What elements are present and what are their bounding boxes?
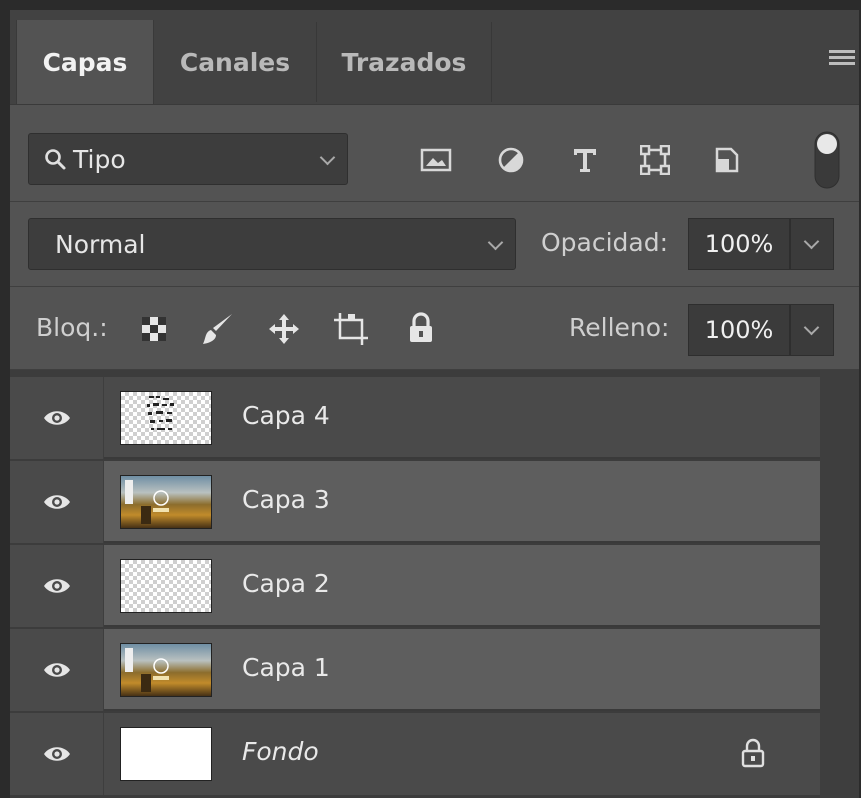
layer-body: Capa 3 xyxy=(104,461,820,543)
layer-name[interactable]: Capa 4 xyxy=(242,401,330,430)
layer-row-capa-1[interactable]: Capa 1 xyxy=(10,629,820,711)
filter-type-value: Tipo xyxy=(73,144,126,174)
tab-capas[interactable]: Capas xyxy=(16,20,154,104)
opacity-input[interactable]: 100% xyxy=(688,218,790,270)
filter-row: Tipo xyxy=(10,105,859,202)
fill-dropdown-button[interactable] xyxy=(790,304,834,356)
visibility-toggle[interactable] xyxy=(10,461,104,543)
fill-input[interactable]: 100% xyxy=(688,304,790,356)
layers-list: Capa 4 Capa 3 Capa 2 Capa 1 Fondo xyxy=(10,370,859,798)
search-icon xyxy=(43,147,67,171)
blend-mode-value: Normal xyxy=(55,229,146,259)
layer-row-capa-4[interactable]: Capa 4 xyxy=(10,377,820,459)
layer-name[interactable]: Capa 1 xyxy=(242,653,330,682)
chevron-down-icon xyxy=(803,233,820,250)
tab-canales[interactable]: Canales xyxy=(154,20,316,104)
layers-scrollbar[interactable] xyxy=(820,370,859,798)
layer-thumbnail xyxy=(120,643,212,697)
layer-name[interactable]: Capa 3 xyxy=(242,485,330,514)
layer-thumbnail xyxy=(120,391,212,445)
lock-row: Bloq.: Relleno: 100% xyxy=(10,287,859,370)
tab-trazados[interactable]: Trazados xyxy=(317,20,491,104)
opacity-dropdown-button[interactable] xyxy=(790,218,834,270)
panel-menu-icon[interactable] xyxy=(829,50,855,70)
layer-thumbnail xyxy=(120,475,212,529)
opacity-value: 100% xyxy=(704,230,774,258)
lock-artboard-icon[interactable] xyxy=(332,311,370,347)
tab-label: Capas xyxy=(42,47,128,77)
filter-type-dropdown[interactable]: Tipo xyxy=(28,133,348,185)
eye-icon xyxy=(43,663,70,677)
layer-row-capa-2[interactable]: Capa 2 xyxy=(10,545,820,627)
blend-row: Normal Opacidad: 100% xyxy=(10,202,859,287)
fill-value: 100% xyxy=(704,316,774,344)
eye-icon xyxy=(43,495,70,509)
lock-all-icon[interactable] xyxy=(406,311,436,345)
chevron-down-icon xyxy=(487,234,504,251)
type-filter-icon[interactable] xyxy=(570,145,600,175)
image-filter-icon[interactable] xyxy=(420,147,452,173)
visibility-toggle[interactable] xyxy=(10,377,104,459)
smart-object-filter-icon[interactable] xyxy=(712,145,742,175)
layer-thumbnail xyxy=(120,727,212,781)
layer-body: Fondo xyxy=(104,713,820,795)
chevron-down-icon xyxy=(319,149,336,166)
layer-name[interactable]: Fondo xyxy=(242,737,319,766)
layer-lock-icon xyxy=(740,737,766,769)
layer-row-fondo[interactable]: Fondo xyxy=(10,713,820,795)
layer-name[interactable]: Capa 2 xyxy=(242,569,330,598)
opacity-label: Opacidad: xyxy=(541,228,669,257)
chevron-down-icon xyxy=(803,319,820,336)
eye-icon xyxy=(43,579,70,593)
blend-mode-dropdown[interactable]: Normal xyxy=(28,218,516,270)
layer-body: Capa 1 xyxy=(104,629,820,711)
tab-label: Trazados xyxy=(341,47,467,77)
lock-position-icon[interactable] xyxy=(266,311,302,347)
shape-filter-icon[interactable] xyxy=(640,145,670,175)
panel-tab-bar: Capas Canales Trazados xyxy=(10,10,859,105)
layer-row-capa-3[interactable]: Capa 3 xyxy=(10,461,820,543)
layer-thumbnail xyxy=(120,559,212,613)
visibility-toggle[interactable] xyxy=(10,629,104,711)
layer-body: Capa 2 xyxy=(104,545,820,627)
filter-toggle-switch[interactable] xyxy=(814,131,840,189)
lock-image-pixels-icon[interactable] xyxy=(200,311,236,347)
layers-panel: Capas Canales Trazados Tipo Normal Opaci… xyxy=(10,10,859,798)
visibility-toggle[interactable] xyxy=(10,713,104,795)
lock-transparent-pixels-icon[interactable] xyxy=(140,315,168,343)
tab-label: Canales xyxy=(179,47,291,77)
eye-icon xyxy=(43,411,70,425)
fill-label: Relleno: xyxy=(569,313,670,342)
visibility-toggle[interactable] xyxy=(10,545,104,627)
adjustment-filter-icon[interactable] xyxy=(496,145,526,175)
eye-icon xyxy=(43,747,70,761)
layer-body: Capa 4 xyxy=(104,377,820,459)
lock-label: Bloq.: xyxy=(36,313,108,342)
